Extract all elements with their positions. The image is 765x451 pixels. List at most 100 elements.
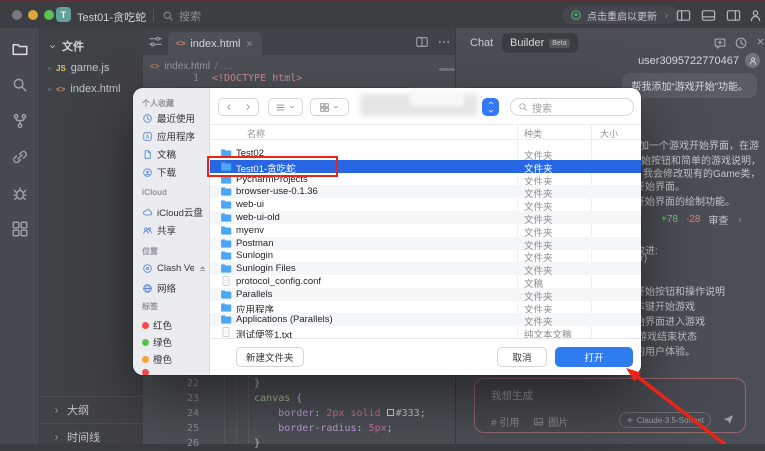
column-size[interactable]: 大小: [600, 127, 618, 140]
js-file-icon: JS: [56, 64, 66, 73]
sidebar-item-橙色[interactable]: 橙色: [142, 352, 207, 366]
tab-builder[interactable]: Builder Beta: [502, 33, 578, 53]
scrollbar-thumb[interactable]: [439, 68, 455, 71]
activity-link-icon[interactable]: [11, 148, 29, 166]
forward-button[interactable]: [238, 98, 259, 116]
sidebar-item-应用程序[interactable]: A应用程序: [142, 129, 207, 143]
file-row-测试便签1.txt[interactable]: 测试便签1.txt纯文本文稿: [210, 326, 641, 338]
file-name: web-ui: [236, 199, 264, 210]
list-view-button[interactable]: [268, 98, 303, 116]
file-row-browser-use-0.1.36[interactable]: browser-use-0.1.36文件夹: [210, 185, 641, 198]
path-stepper[interactable]: [482, 98, 499, 116]
chevron-down-icon[interactable]: [138, 11, 148, 21]
code-line-25[interactable]: 25 border-radius: 5px;: [143, 423, 455, 436]
chat-username: user3095722770467: [638, 55, 739, 67]
file-row-web-ui-old[interactable]: web-ui-old文件夹: [210, 211, 641, 224]
activity-grid-icon[interactable]: [11, 220, 29, 238]
file-row-Postman[interactable]: Postman文件夹: [210, 237, 641, 250]
timeline-section[interactable]: 时间线: [40, 423, 143, 450]
sidebar-group-header: 标签: [142, 301, 158, 312]
split-editor-icon[interactable]: [415, 35, 429, 49]
file-kind: 纯文本文稿: [524, 327, 572, 338]
tab-index-html[interactable]: <> index.html: [168, 32, 262, 55]
eject-icon[interactable]: [198, 264, 207, 273]
new-folder-button[interactable]: 新建文件夹: [236, 347, 304, 367]
tree-item-index.html[interactable]: <>index.html: [40, 79, 143, 99]
restart-update-button[interactable]: 点击重启以更新: [562, 6, 679, 24]
activity-branch-icon[interactable]: [11, 112, 29, 130]
html-file-icon: <>: [176, 39, 185, 48]
sidebar-item-label: 红色: [153, 318, 207, 332]
new-chat-icon[interactable]: [713, 36, 727, 50]
titlebar-search[interactable]: 搜索: [162, 8, 201, 24]
column-name[interactable]: 名称: [247, 127, 265, 140]
breadcrumb[interactable]: <> index.html / …: [150, 61, 233, 72]
open-button[interactable]: 打开: [555, 347, 633, 367]
sidebar-item-Clash Ver...[interactable]: Clash Ver...: [142, 263, 207, 274]
send-icon[interactable]: [722, 413, 735, 426]
chat-input[interactable]: 我想生成 # 引用 图片 Claude-3.5-Sonnet: [474, 378, 746, 433]
file-row-myenv[interactable]: myenv文件夹: [210, 224, 641, 237]
chevron-right-icon: [736, 216, 744, 224]
code-line-24[interactable]: 24 border: 2px solid #333;: [143, 408, 455, 421]
code-line-1[interactable]: 1<!DOCTYPE html>: [143, 73, 455, 86]
file-row-应用程序[interactable]: 应用程序文件夹: [210, 301, 641, 314]
filter-icon[interactable]: [148, 34, 163, 49]
image-button[interactable]: 图片: [533, 414, 568, 429]
file-row-web-ui[interactable]: web-ui文件夹: [210, 198, 641, 211]
sidebar-item-iCloud云盘[interactable]: iCloud云盘: [142, 205, 207, 219]
sidebar-item-tag[interactable]: [142, 369, 207, 375]
reference-button[interactable]: # 引用: [491, 414, 519, 429]
activity-folderact-icon[interactable]: [11, 40, 29, 58]
code-text: canvas {: [212, 393, 302, 404]
toggle-bottom-panel-icon[interactable]: [701, 8, 716, 23]
file-row-Applications (Parallels)[interactable]: Applications (Parallels)文件夹: [210, 313, 641, 326]
cancel-button[interactable]: 取消: [497, 347, 547, 367]
code-line-22[interactable]: 22 }: [143, 378, 455, 391]
icon-view-button[interactable]: [310, 98, 349, 116]
sidebar-item-文稿[interactable]: 文稿: [142, 147, 207, 161]
project-title[interactable]: Test01-贪吃蛇: [77, 9, 146, 25]
app-logo: T: [56, 7, 71, 22]
dialog-footer: 新建文件夹 取消 打开: [210, 338, 641, 375]
traffic-light-minimize[interactable]: [28, 10, 38, 20]
code-line-23[interactable]: 23 canvas {: [143, 393, 455, 406]
review-link[interactable]: 审查: [708, 212, 728, 227]
clock-icon: [142, 113, 153, 124]
dialog-search-field[interactable]: 搜索: [510, 98, 634, 116]
file-row-Sunlogin[interactable]: Sunlogin文件夹: [210, 249, 641, 262]
traffic-light-zoom[interactable]: [44, 10, 54, 20]
back-button[interactable]: [218, 98, 239, 116]
account-icon[interactable]: [748, 8, 763, 23]
activity-bug-icon[interactable]: [11, 184, 29, 202]
outline-section[interactable]: 大纲: [40, 396, 143, 423]
history-icon[interactable]: [734, 36, 748, 50]
avatar: [745, 53, 760, 68]
line-number: 22: [143, 378, 199, 389]
model-selector[interactable]: Claude-3.5-Sonnet: [619, 412, 711, 428]
column-kind[interactable]: 种类: [524, 127, 542, 140]
tree-item-game.js[interactable]: JSgame.js: [40, 58, 143, 78]
sidebar-item-绿色[interactable]: 绿色: [142, 335, 207, 349]
tab-chat[interactable]: Chat: [470, 37, 493, 49]
sidebar-item-红色[interactable]: 红色: [142, 318, 207, 332]
sidebar-item-最近使用[interactable]: 最近使用: [142, 111, 207, 125]
close-icon[interactable]: [245, 39, 254, 48]
activity-searchact-icon[interactable]: [11, 76, 29, 94]
traffic-light-close[interactable]: [12, 10, 22, 20]
file-icon: [220, 275, 232, 287]
code-line-26[interactable]: 26 }: [143, 438, 455, 451]
file-row-Sunlogin Files[interactable]: Sunlogin Files文件夹: [210, 262, 641, 275]
activity-bar: [0, 28, 40, 444]
more-actions-icon[interactable]: [437, 35, 451, 49]
sidebar-item-共享[interactable]: 共享: [142, 223, 207, 237]
explorer-header[interactable]: 文件: [48, 38, 84, 54]
sidebar-item-网络[interactable]: 网络: [142, 281, 207, 295]
sidebar-item-下载[interactable]: 下载: [142, 165, 207, 179]
toggle-right-panel-icon[interactable]: [726, 8, 741, 23]
close-icon[interactable]: [755, 36, 765, 47]
file-row-Parallels[interactable]: Parallels文件夹: [210, 288, 641, 301]
file-row-protocol_config.conf[interactable]: protocol_config.conf文稿: [210, 275, 641, 288]
toggle-left-panel-icon[interactable]: [676, 8, 691, 23]
sidebar-item-label: 共享: [157, 223, 207, 237]
